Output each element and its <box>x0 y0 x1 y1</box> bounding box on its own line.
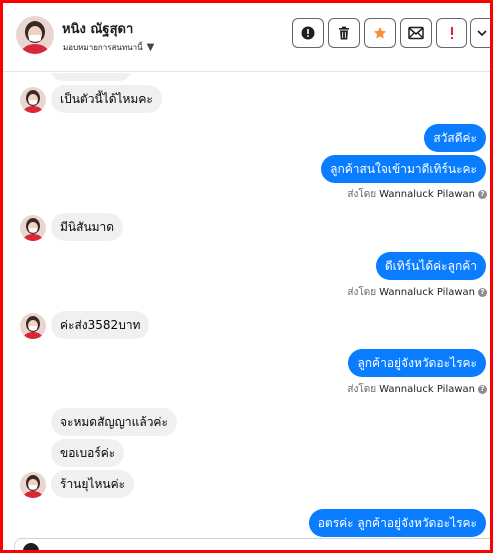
assign-conversation-dropdown[interactable]: มอบหมายการสนทนานี้ ▼ <box>63 41 154 54</box>
outgoing-message: สวัสดีค่ะ <box>424 124 486 152</box>
contact-avatar[interactable] <box>16 16 54 54</box>
mark-unread-icon <box>408 26 424 40</box>
incoming-message: ร้านยุไหนค่ะ <box>51 470 135 498</box>
outgoing-message: ลูกค้าอยู่จังหวัดอะไรคะ <box>348 349 486 377</box>
incoming-message: ค่ะส่ง3582บาท <box>51 311 150 339</box>
sent-by-label: ส่งโดย Wannaluck Pilawan ? <box>347 285 487 300</box>
assign-label: มอบหมายการสนทนานี้ <box>63 43 143 52</box>
sent-by-label: ส่งโดย Wannaluck Pilawan ? <box>347 187 487 202</box>
incoming-message: เป็นตัวนี้ได้ไหมคะ <box>51 85 162 113</box>
sent-by-label: ส่งโดย Wannaluck Pilawan ? <box>347 382 487 397</box>
mark-unread-button[interactable] <box>400 18 432 48</box>
contact-name[interactable]: หนิง ณัฐสุดา <box>62 18 133 39</box>
outgoing-message: ดีเทิร์นได้ค่ะลูกค้า <box>375 252 486 280</box>
sent-by-agent[interactable]: Wannaluck Pilawan <box>379 384 475 395</box>
delete-button[interactable] <box>328 18 360 48</box>
message-thread[interactable]: เป็นตัวนี้ได้ไหมคะ สวัสดีค่ะ ลูกค้าสนใจเ… <box>3 73 490 550</box>
star-icon <box>373 26 387 39</box>
incoming-message: จะหมดสัญญาแล้วค่ะ <box>51 408 177 436</box>
contact-avatar-small[interactable] <box>20 215 46 241</box>
exclamation-icon <box>450 27 453 39</box>
sent-by-agent[interactable]: Wannaluck Pilawan <box>379 189 475 200</box>
trash-icon <box>339 26 349 40</box>
mark-spam-button[interactable] <box>436 18 467 48</box>
sent-by-agent[interactable]: Wannaluck Pilawan <box>379 287 475 298</box>
help-icon[interactable]: ? <box>478 190 487 199</box>
info-button[interactable] <box>292 18 324 48</box>
contact-avatar-small[interactable] <box>20 313 46 339</box>
outgoing-message: ลูกค้าสนใจเข้ามาดีเทิร์นะคะ <box>321 155 486 183</box>
message-composer[interactable] <box>14 538 490 553</box>
user-avatar <box>23 543 39 553</box>
more-actions-button[interactable] <box>470 18 492 48</box>
contact-avatar-small[interactable] <box>20 472 46 498</box>
help-icon[interactable]: ? <box>478 288 487 297</box>
caret-down-icon: ▼ <box>146 42 155 53</box>
info-icon <box>301 26 315 40</box>
star-button[interactable] <box>364 18 396 48</box>
chevron-down-icon <box>476 30 487 37</box>
incoming-message: ขอเบอร์ค่ะ <box>51 439 125 467</box>
help-icon[interactable]: ? <box>478 385 487 394</box>
conversation-header: หนิง ณัฐสุดา มอบหมายการสนทนานี้ ▼ <box>3 3 492 72</box>
incoming-message: มีนิสันมาด <box>51 213 124 241</box>
contact-avatar-small[interactable] <box>20 87 46 113</box>
incoming-message <box>51 73 131 81</box>
sent-by-prefix: ส่งโดย <box>347 287 377 298</box>
outgoing-message: อตรค่ะ ลูกค้าอยู่จังหวัดอะไรคะ <box>308 509 486 537</box>
sent-by-prefix: ส่งโดย <box>347 189 377 200</box>
sent-by-prefix: ส่งโดย <box>347 384 377 395</box>
